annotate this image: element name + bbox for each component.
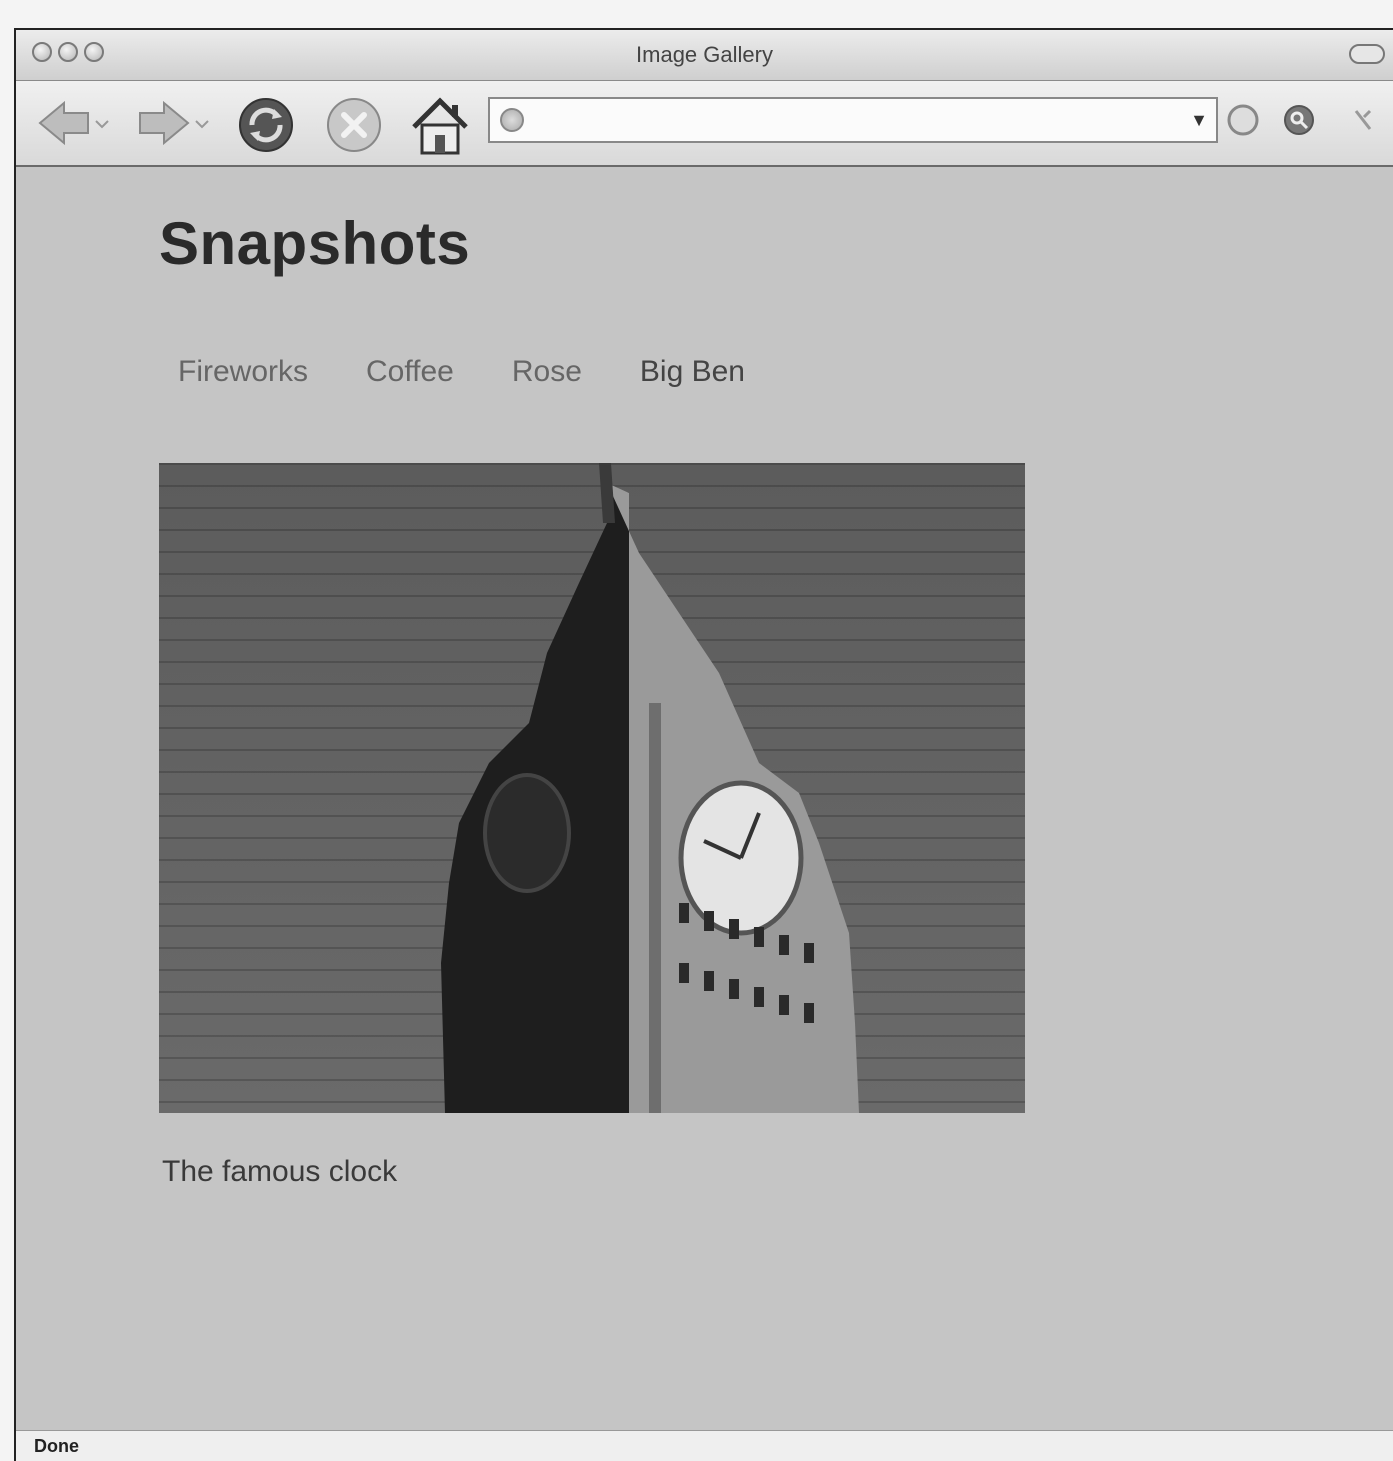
status-bar: Done: [16, 1430, 1393, 1461]
search-button[interactable]: [1282, 103, 1316, 142]
stop-icon: [327, 98, 381, 152]
placeholder-image: [159, 463, 1025, 1113]
image-link-item: Coffee: [366, 355, 454, 389]
go-button[interactable]: [1226, 103, 1260, 142]
status-text: Done: [34, 1436, 79, 1456]
throbber-icon: [1354, 109, 1372, 130]
big-ben-photo: [159, 463, 1025, 1113]
address-bar[interactable]: ▼: [488, 97, 1218, 143]
page-title: Snapshots: [159, 210, 471, 277]
chevron-down-icon[interactable]: ▼: [1190, 110, 1208, 131]
link-coffee[interactable]: Coffee: [366, 355, 454, 388]
forward-button[interactable]: [128, 95, 218, 156]
activity-throbber: [1346, 103, 1380, 142]
link-fireworks[interactable]: Fireworks: [178, 355, 308, 388]
toolbar-toggle-button[interactable]: [1349, 44, 1385, 64]
browser-window: Image Gallery ▼ Snapshots Fireworks Coff…: [14, 28, 1393, 1461]
home-button[interactable]: [408, 95, 472, 164]
back-arrow-icon: [38, 100, 109, 146]
forward-arrow-icon: [139, 100, 209, 146]
globe-icon: [500, 108, 524, 132]
go-icon: [1227, 104, 1259, 136]
image-link-item: Rose: [512, 355, 582, 389]
link-big-ben[interactable]: Big Ben: [640, 355, 745, 388]
link-rose[interactable]: Rose: [512, 355, 582, 388]
reload-icon: [239, 98, 293, 152]
home-icon: [412, 97, 468, 155]
back-button[interactable]: [36, 95, 116, 156]
image-links: Fireworks Coffee Rose Big Ben: [178, 355, 803, 389]
window-title: Image Gallery: [636, 42, 773, 67]
image-link-item: Big Ben: [640, 355, 745, 389]
image-description: The famous clock: [162, 1155, 398, 1188]
browser-toolbar: ▼: [16, 81, 1393, 167]
page-content: Snapshots Fireworks Coffee Rose Big Ben: [16, 167, 1393, 1431]
stop-button[interactable]: [322, 95, 386, 160]
reload-button[interactable]: [234, 95, 298, 160]
title-bar: Image Gallery: [16, 30, 1393, 81]
search-icon: [1284, 105, 1314, 135]
image-link-item: Fireworks: [178, 355, 308, 389]
